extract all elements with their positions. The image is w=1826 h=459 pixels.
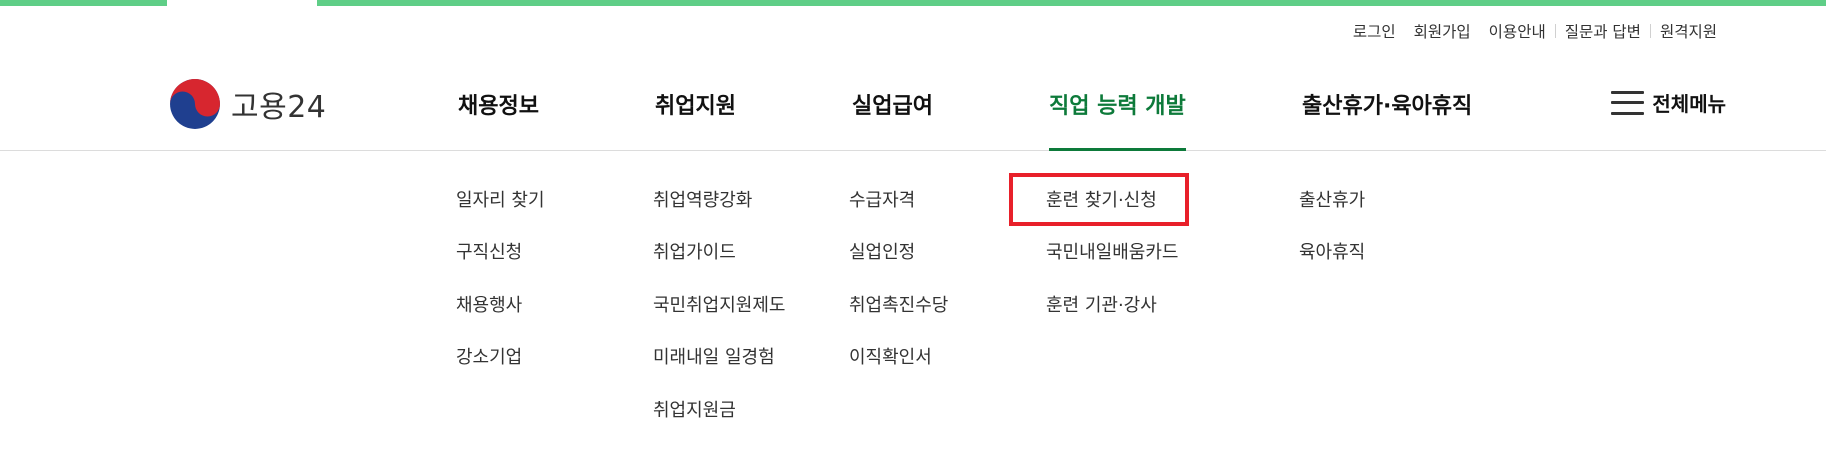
top-accent-bar-segment — [0, 0, 167, 6]
submenu-item[interactable]: 출산휴가 — [1299, 186, 1365, 212]
global-header: 고용24 채용정보 취업지원 실업급여 직업 능력 개발 출산휴가·육아휴직 전… — [0, 60, 1826, 151]
submenu-item[interactable]: 채용행사 — [456, 291, 522, 317]
submenu-item[interactable]: 훈련 기관·강사 — [1046, 291, 1157, 317]
site-logo[interactable]: 고용24 — [169, 78, 326, 130]
all-menu-label: 전체메뉴 — [1652, 92, 1726, 116]
submenu-item[interactable]: 수급자격 — [849, 186, 915, 212]
submenu-item[interactable]: 구직신청 — [456, 238, 522, 264]
taegeuk-emblem-icon — [170, 79, 220, 129]
submenu-item[interactable]: 강소기업 — [456, 343, 522, 369]
top-accent-bar — [0, 0, 1826, 6]
submenu-item[interactable]: 취업역량강화 — [653, 186, 752, 212]
highlight-box — [1009, 173, 1189, 226]
submenu-item[interactable]: 실업인정 — [849, 238, 915, 264]
submenu-item[interactable]: 일자리 찾기 — [456, 186, 545, 212]
nav-unemployment-benefits[interactable]: 실업급여 — [852, 88, 933, 151]
nav-label: 채용정보 — [458, 94, 539, 119]
submenu-item[interactable]: 육아휴직 — [1299, 238, 1365, 264]
submenu-item[interactable]: 국민내일배움카드 — [1046, 238, 1178, 264]
submenu-item[interactable]: 이직확인서 — [849, 343, 932, 369]
faq-link[interactable]: 질문과 답변 — [1556, 20, 1650, 42]
nav-vocational-training[interactable]: 직업 능력 개발 — [1049, 88, 1186, 151]
nav-label: 직업 능력 개발 — [1049, 94, 1186, 119]
submenu-item[interactable]: 취업촉진수당 — [849, 291, 948, 317]
hamburger-icon — [1611, 90, 1645, 115]
nav-label: 출산휴가·육아휴직 — [1302, 94, 1473, 119]
remote-support-link[interactable]: 원격지원 — [1651, 20, 1726, 42]
utility-nav: 로그인 회원가입 이용안내 질문과 답변 원격지원 — [1344, 20, 1726, 42]
nav-label: 취업지원 — [655, 94, 736, 119]
nav-recruitment-info[interactable]: 채용정보 — [458, 88, 539, 151]
submenu-item[interactable]: 국민취업지원제도 — [653, 291, 785, 317]
submenu-item[interactable]: 취업가이드 — [653, 238, 736, 264]
active-tab-indicator — [1049, 148, 1186, 151]
signup-link[interactable]: 회원가입 — [1405, 20, 1480, 42]
login-link[interactable]: 로그인 — [1344, 20, 1405, 42]
all-menu-button[interactable]: 전체메뉴 — [1611, 88, 1726, 117]
nav-employment-support[interactable]: 취업지원 — [655, 88, 736, 151]
top-accent-bar-segment — [317, 0, 1826, 6]
usage-guide-link[interactable]: 이용안내 — [1480, 20, 1555, 42]
nav-parental-leave[interactable]: 출산휴가·육아휴직 — [1302, 88, 1472, 151]
submenu-item[interactable]: 미래내일 일경험 — [653, 343, 775, 369]
nav-label: 실업급여 — [852, 94, 933, 119]
submenu-item[interactable]: 취업지원금 — [653, 396, 736, 422]
logo-text: 고용24 — [231, 90, 327, 125]
